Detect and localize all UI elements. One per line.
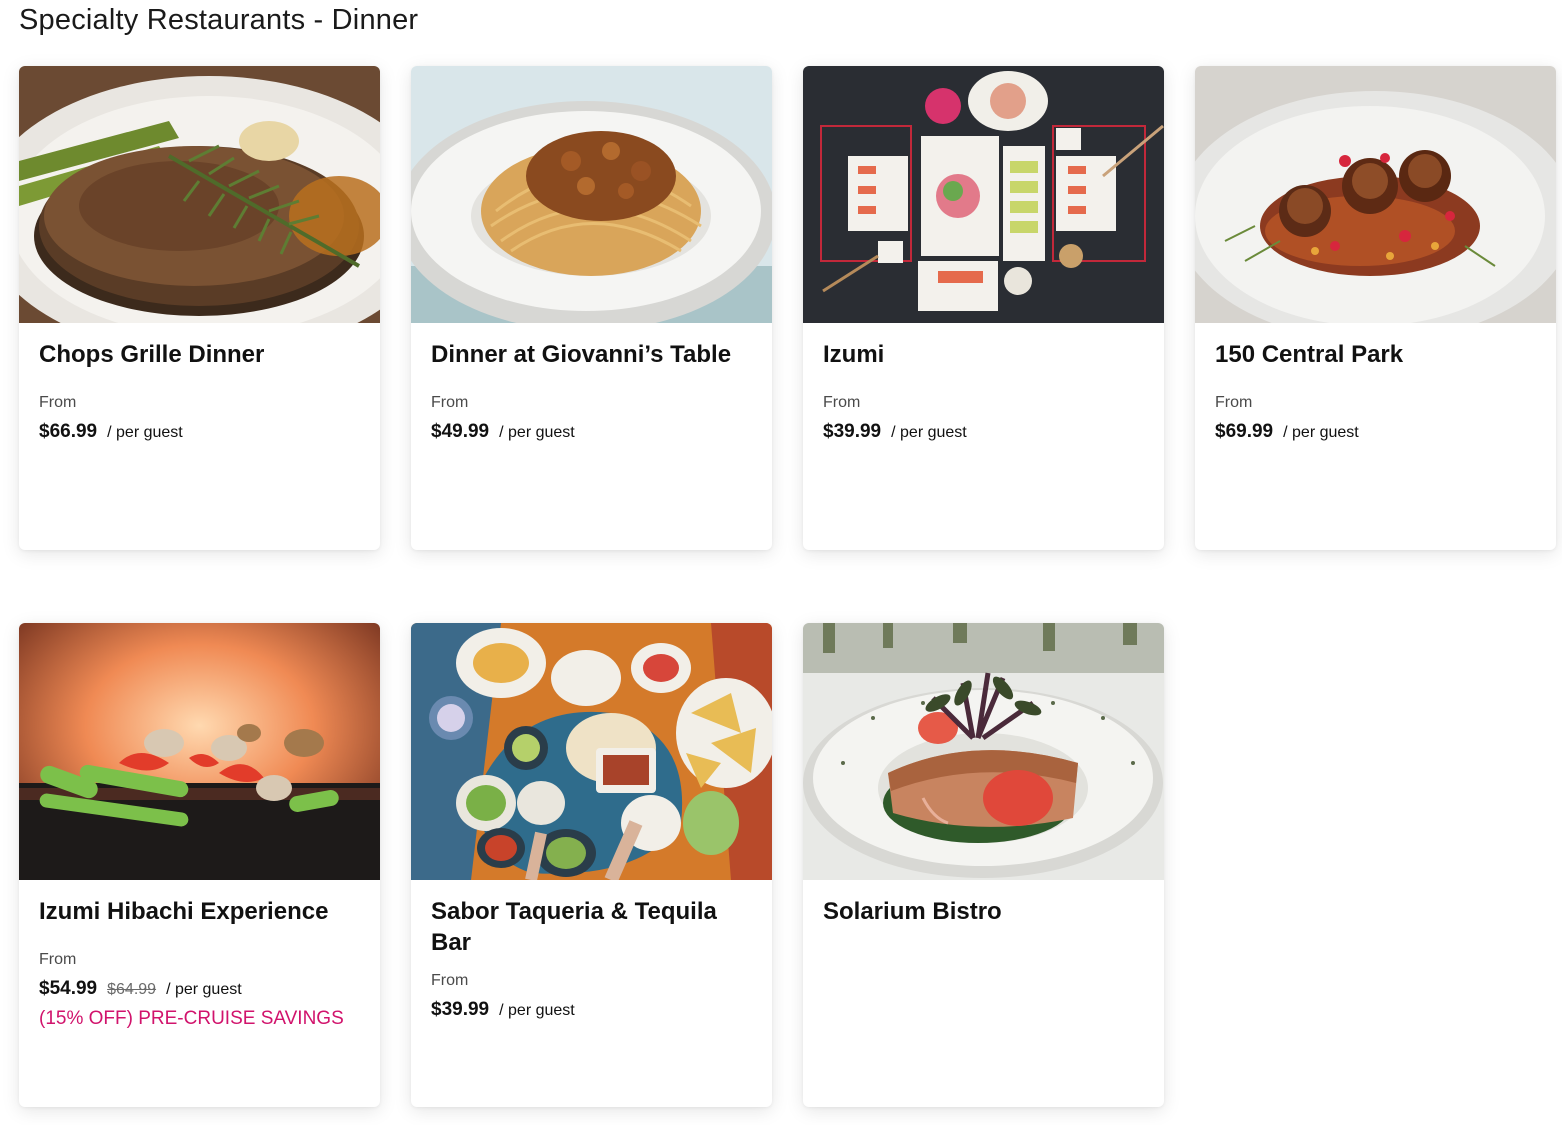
page-title: Specialty Restaurants - Dinner <box>19 4 419 36</box>
per-guest-label: / per guest <box>499 1002 575 1019</box>
price-from-label: From <box>431 972 469 989</box>
restaurant-card-giovannis-table[interactable]: Dinner at Giovanni’s Table From $49.99 /… <box>411 66 772 550</box>
restaurant-card-solarium-bistro[interactable]: Solarium Bistro <box>803 623 1164 1107</box>
price: $66.99 <box>39 421 98 442</box>
restaurant-image-sushi[interactable] <box>803 66 1164 323</box>
price: $49.99 <box>431 421 490 442</box>
price: $54.99 <box>39 978 98 999</box>
per-guest-label: / per guest <box>499 424 575 441</box>
price: $69.99 <box>1215 421 1274 442</box>
restaurant-title[interactable]: Izumi Hibachi Experience <box>39 896 360 927</box>
price-from-label: From <box>431 394 469 411</box>
restaurant-title[interactable]: Izumi <box>823 339 1144 370</box>
price-line: $54.99 $64.99 / per guest <box>39 978 360 1000</box>
price-line: $69.99 / per guest <box>1215 421 1536 443</box>
per-guest-label: / per guest <box>891 424 967 441</box>
restaurant-title[interactable]: Solarium Bistro <box>823 896 1144 927</box>
price-from-label: From <box>1215 394 1253 411</box>
restaurant-card-sabor-taqueria[interactable]: Sabor Taqueria & Tequila Bar From $39.99… <box>411 623 772 1107</box>
restaurant-card-izumi-hibachi[interactable]: Izumi Hibachi Experience From $54.99 $64… <box>19 623 380 1107</box>
restaurant-title[interactable]: Dinner at Giovanni’s Table <box>431 339 752 370</box>
restaurant-title[interactable]: Sabor Taqueria & Tequila Bar <box>431 896 752 958</box>
per-guest-label: / per guest <box>1283 424 1359 441</box>
restaurant-image-salmon[interactable] <box>803 623 1164 880</box>
restaurant-image-spaghetti[interactable] <box>411 66 772 323</box>
price-line: $39.99 / per guest <box>431 999 752 1021</box>
restaurant-image-steak[interactable] <box>19 66 380 323</box>
restaurant-image-mexican-spread[interactable] <box>411 623 772 880</box>
promo-badge: (15% OFF) PRE-CRUISE SAVINGS <box>39 1008 344 1029</box>
price-from-label: From <box>823 394 861 411</box>
restaurant-title[interactable]: Chops Grille Dinner <box>39 339 360 370</box>
price-line: $66.99 / per guest <box>39 421 360 443</box>
original-price: $64.99 <box>107 981 157 998</box>
price: $39.99 <box>431 999 490 1020</box>
per-guest-label: / per guest <box>107 424 183 441</box>
restaurant-card-chops-grille[interactable]: Chops Grille Dinner From $66.99 / per gu… <box>19 66 380 550</box>
restaurant-title[interactable]: 150 Central Park <box>1215 339 1536 370</box>
price: $39.99 <box>823 421 882 442</box>
restaurant-card-150-central-park[interactable]: 150 Central Park From $69.99 / per guest <box>1195 66 1556 550</box>
restaurant-image-hibachi[interactable] <box>19 623 380 880</box>
restaurant-image-scallops[interactable] <box>1195 66 1556 323</box>
restaurant-card-izumi[interactable]: Izumi From $39.99 / per guest <box>803 66 1164 550</box>
price-from-label: From <box>39 394 77 411</box>
price-line: $49.99 / per guest <box>431 421 752 443</box>
per-guest-label: / per guest <box>166 981 242 998</box>
price-from-label: From <box>39 951 77 968</box>
price-line: $39.99 / per guest <box>823 421 1144 443</box>
